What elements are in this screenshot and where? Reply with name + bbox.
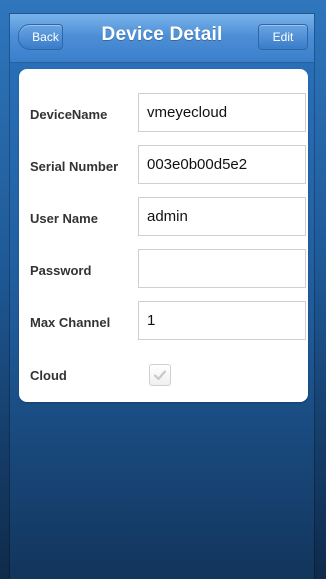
max-channel-label: Max Channel (30, 315, 111, 330)
device-detail-card: DeviceName vmeyecloud Serial Number 003e… (19, 69, 308, 402)
edit-button[interactable]: Edit (258, 24, 308, 50)
device-name-label: DeviceName (30, 107, 108, 122)
password-field[interactable] (138, 249, 306, 288)
user-name-row: User Name admin (19, 197, 308, 245)
serial-number-field[interactable]: 003e0b00d5e2 (138, 145, 306, 184)
max-channel-field[interactable]: 1 (138, 301, 306, 340)
cloud-label: Cloud (30, 368, 67, 383)
app-screen: Back Device Detail Edit DeviceName vmeye… (10, 14, 314, 579)
password-label: Password (30, 263, 92, 278)
cloud-row: Cloud (19, 361, 308, 409)
serial-number-label: Serial Number (30, 159, 119, 174)
cloud-checkbox[interactable] (149, 364, 171, 386)
user-name-field[interactable]: admin (138, 197, 306, 236)
max-channel-row: Max Channel 1 (19, 301, 308, 349)
navigation-bar: Back Device Detail Edit (10, 14, 314, 63)
device-name-field[interactable]: vmeyecloud (138, 93, 306, 132)
checkmark-icon (153, 370, 167, 381)
serial-number-row: Serial Number 003e0b00d5e2 (19, 145, 308, 193)
password-row: Password (19, 249, 308, 297)
device-name-row: DeviceName vmeyecloud (19, 93, 308, 141)
user-name-label: User Name (30, 211, 98, 226)
